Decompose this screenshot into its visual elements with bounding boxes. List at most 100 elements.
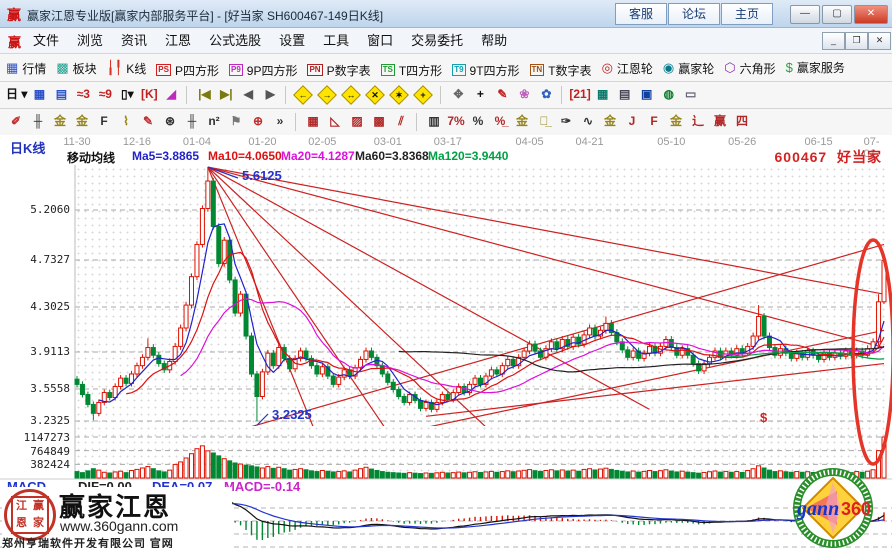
close-button[interactable]: ✕ bbox=[854, 5, 888, 24]
tick-chart[interactable]: ◢ bbox=[161, 83, 181, 105]
draw-tool-30[interactable]: F bbox=[644, 110, 664, 132]
draw-tool-16[interactable]: ▨ bbox=[347, 110, 367, 132]
child-restore-button[interactable]: ❒ bbox=[845, 32, 868, 50]
note-window[interactable]: ▤ bbox=[51, 83, 71, 105]
shape-tool[interactable]: ❀ bbox=[514, 83, 534, 105]
draw-tool-6[interactable]: ✎ bbox=[138, 110, 158, 132]
menu-item-工具[interactable]: 工具 bbox=[314, 28, 358, 53]
zoom-out[interactable]: ✕ bbox=[365, 85, 385, 105]
calculator-tool[interactable]: ▦ bbox=[593, 83, 613, 105]
toolbar-item-winner-service[interactable]: $赢家服务 bbox=[786, 54, 845, 81]
toolbar-item-gann-wheel[interactable]: ◎江恩轮 bbox=[602, 55, 653, 82]
menu-item-设置[interactable]: 设置 bbox=[270, 28, 314, 53]
draw-tool-15[interactable]: ◺ bbox=[325, 110, 345, 132]
toolbar-item-hexagon[interactable]: ⬡六角形 bbox=[724, 55, 775, 82]
chart-area[interactable]: 11-3012-1601-0401-2002-0503-0103-1704-05… bbox=[0, 135, 892, 548]
menu-item-文件[interactable]: 文件 bbox=[24, 28, 68, 53]
service-button[interactable]: 客服 bbox=[615, 3, 667, 25]
toolbar-item-t-number[interactable]: TNT数字表 bbox=[530, 57, 592, 83]
draw-tool-27[interactable]: ∿ bbox=[578, 110, 598, 132]
wave-9[interactable]: ≈9 bbox=[95, 83, 115, 105]
volume-bar bbox=[429, 473, 433, 478]
toolbar-item-p-number[interactable]: PNP数字表 bbox=[307, 57, 370, 83]
save-tool[interactable]: ▣ bbox=[637, 83, 657, 105]
volume-bar bbox=[538, 471, 542, 478]
zoom-expand[interactable]: + bbox=[413, 85, 433, 105]
draw-tool-12[interactable]: » bbox=[270, 110, 290, 132]
child-minimize-button[interactable]: _ bbox=[822, 32, 845, 50]
wave-3[interactable]: ≈3 bbox=[73, 83, 93, 105]
candle-style[interactable]: ▯▾ bbox=[117, 83, 137, 105]
page-next[interactable]: ▶ bbox=[260, 83, 280, 105]
grid-window[interactable]: ▦ bbox=[29, 83, 49, 105]
draw-tool-28[interactable]: 金 bbox=[600, 110, 620, 132]
toolbar-item-winner-wheel[interactable]: ◉赢家轮 bbox=[663, 55, 714, 82]
pattern-tool[interactable]: ✿ bbox=[536, 83, 556, 105]
jump-last[interactable]: ▶| bbox=[216, 83, 236, 105]
volume-bar bbox=[691, 473, 695, 478]
draw-tool-21[interactable]: 7% bbox=[446, 110, 466, 132]
draw-tool-7[interactable]: ⊛ bbox=[160, 110, 180, 132]
menu-item-公式选股[interactable]: 公式选股 bbox=[200, 28, 270, 53]
toolbar-item-9t-square[interactable]: T99T四方形 bbox=[452, 57, 519, 83]
draw-tool-29[interactable]: J bbox=[622, 110, 642, 132]
period-selector[interactable]: 日 ▾ bbox=[6, 83, 27, 105]
draw-tool-10[interactable]: ⚑ bbox=[226, 110, 246, 132]
draw-tool-3[interactable]: 金 bbox=[72, 110, 92, 132]
pan-right[interactable]: → bbox=[317, 85, 337, 105]
child-close-button[interactable]: ✕ bbox=[868, 32, 891, 50]
title-bar[interactable]: 赢 赢家江恩专业版[赢家内部服务平台] - [好当家 SH600467-149日… bbox=[0, 0, 892, 28]
toolbar-item-sectors[interactable]: ▩板块 bbox=[56, 55, 96, 82]
jump-first[interactable]: |◀ bbox=[194, 83, 214, 105]
draw-tool-0[interactable]: ✐ bbox=[6, 110, 26, 132]
toolbar-item-kline[interactable]: ╽╿K线 bbox=[107, 55, 147, 82]
draw-tool-17[interactable]: ▩ bbox=[369, 110, 389, 132]
draw-tool-14[interactable]: ▦ bbox=[303, 110, 323, 132]
draw-tool-5[interactable]: ⌇ bbox=[116, 110, 136, 132]
draw-tool-8[interactable]: ╫ bbox=[182, 110, 202, 132]
draw-tool-26[interactable]: ✑ bbox=[556, 110, 576, 132]
menu-item-江恩[interactable]: 江恩 bbox=[156, 28, 200, 53]
toolbar-item-p-square[interactable]: PSP四方形 bbox=[156, 57, 219, 83]
calendar-tool[interactable]: [21] bbox=[569, 83, 590, 105]
k-frame[interactable]: [K] bbox=[139, 83, 159, 105]
draw-tool-1[interactable]: ╫ bbox=[28, 110, 48, 132]
draw-tool-24[interactable]: 金 bbox=[512, 110, 532, 132]
volume-bar bbox=[751, 469, 755, 478]
printer-tool[interactable]: ▭ bbox=[681, 83, 701, 105]
draw-tool-4[interactable]: F bbox=[94, 110, 114, 132]
menu-item-交易委托[interactable]: 交易委托 bbox=[402, 28, 472, 53]
crosshair-tool[interactable]: + bbox=[470, 83, 490, 105]
menu-item-资讯[interactable]: 资讯 bbox=[112, 28, 156, 53]
hand-tool[interactable]: ✥ bbox=[448, 83, 468, 105]
notepad-tool[interactable]: ▤ bbox=[615, 83, 635, 105]
draw-tool-11[interactable]: ⊕ bbox=[248, 110, 268, 132]
pan-both[interactable]: ↔ bbox=[341, 85, 361, 105]
draw-tool-23[interactable]: %̲ bbox=[490, 110, 510, 132]
draw-tool-9[interactable]: n² bbox=[204, 110, 224, 132]
toolbar-item-9p-square[interactable]: P99P四方形 bbox=[229, 57, 297, 83]
forum-button[interactable]: 论坛 bbox=[668, 3, 720, 25]
minimize-button[interactable]: — bbox=[790, 5, 820, 24]
draw-tool-22[interactable]: % bbox=[468, 110, 488, 132]
pen-tool[interactable]: ✎ bbox=[492, 83, 512, 105]
restore-button[interactable]: ▢ bbox=[822, 5, 852, 24]
home-button[interactable]: 主页 bbox=[721, 3, 773, 25]
menu-item-窗口[interactable]: 窗口 bbox=[358, 28, 402, 53]
draw-tool-33[interactable]: 赢 bbox=[710, 110, 730, 132]
draw-tool-34[interactable]: 四 bbox=[732, 110, 752, 132]
menu-item-帮助[interactable]: 帮助 bbox=[472, 28, 516, 53]
draw-tool-25[interactable]: 金̲ bbox=[534, 110, 554, 132]
zoom-in[interactable]: ✶ bbox=[389, 85, 409, 105]
network-tool[interactable]: ◍ bbox=[659, 83, 679, 105]
page-prev[interactable]: ◀ bbox=[238, 83, 258, 105]
draw-tool-2[interactable]: 金 bbox=[50, 110, 70, 132]
draw-tool-32[interactable]: 辶 bbox=[688, 110, 708, 132]
draw-tool-31[interactable]: 金 bbox=[666, 110, 686, 132]
pan-left[interactable]: ← bbox=[293, 85, 313, 105]
toolbar-item-t-square[interactable]: TST四方形 bbox=[381, 57, 443, 83]
draw-tool-20[interactable]: ▥ bbox=[424, 110, 444, 132]
draw-tool-18[interactable]: ⫽ bbox=[391, 110, 411, 132]
menu-item-浏览[interactable]: 浏览 bbox=[68, 28, 112, 53]
toolbar-item-quotes[interactable]: ▦行情 bbox=[6, 55, 46, 82]
